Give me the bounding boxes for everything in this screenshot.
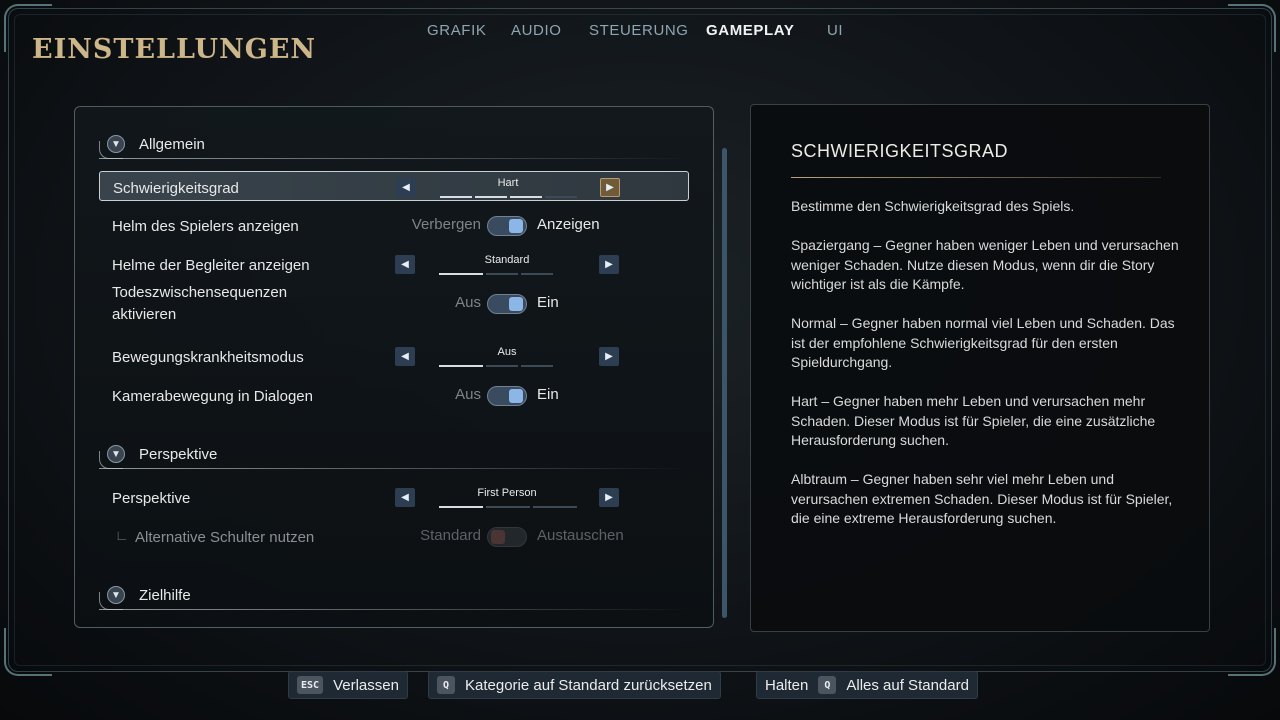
setting-label: Schwierigkeitsgrad — [113, 180, 239, 197]
arrow-right-button[interactable]: ▶ — [600, 178, 620, 197]
section-divider — [99, 468, 689, 469]
toggle-switch — [487, 527, 527, 547]
description-panel: SCHWIERIGKEITSGRAD Bestimme den Schwieri… — [750, 104, 1210, 632]
sub-setting-marker: ∟ — [115, 527, 129, 543]
leave-button[interactable]: ESC Verlassen — [288, 671, 408, 699]
tab-steuerung[interactable]: STEUERUNG — [589, 22, 689, 39]
toggle-off-label: Standard — [420, 527, 481, 544]
section-header-perspektive[interactable]: ▼ Perspektive — [99, 437, 689, 469]
setting-row-perspektive[interactable]: Perspektive ◀ First Person ▶ — [99, 482, 689, 512]
description-divider — [791, 177, 1161, 178]
q-key-icon: Q — [818, 676, 837, 694]
leave-label: Verlassen — [333, 676, 399, 694]
tab-grafik[interactable]: GRAFIK — [427, 22, 486, 39]
toggle-on-label: Ein — [537, 294, 559, 311]
reset-all-label: Alles auf Standard — [846, 676, 969, 694]
description-text: Bestimme den Schwierigkeitsgrad des Spie… — [791, 197, 1191, 548]
toggle-off-label: Aus — [455, 386, 481, 403]
toggle-switch[interactable] — [487, 294, 527, 314]
setting-value: Standard — [484, 254, 530, 266]
esc-key-icon: ESC — [297, 676, 324, 694]
setting-label: Kamerabewegung in Dialogen — [112, 388, 313, 405]
level-indicator — [439, 273, 553, 276]
settings-tabs: GRAFIK AUDIO STEUERUNG GAMEPLAY UI — [0, 22, 1280, 46]
section-header-allgemein[interactable]: ▼ Allgemein — [99, 127, 689, 159]
setting-row-alternative-schulter: ∟ Alternative Schulter nutzen Standard A… — [99, 521, 689, 551]
toggle-off-label: Aus — [455, 294, 481, 311]
q-key-icon: Q — [437, 676, 455, 694]
section-label: Allgemein — [139, 136, 205, 153]
arrow-left-button[interactable]: ◀ — [396, 178, 416, 197]
description-paragraph: Bestimme den Schwierigkeitsgrad des Spie… — [791, 198, 1075, 214]
arrow-right-button[interactable]: ▶ — [599, 488, 619, 507]
section-divider — [99, 609, 689, 610]
section-header-zielhilfe[interactable]: ▼ Zielhilfe — [99, 578, 689, 610]
description-paragraph: Spaziergang – Gegner haben weniger Leben… — [791, 237, 1179, 292]
toggle-on-label: Ein — [537, 386, 559, 403]
setting-label: Todeszwischensequenzen aktivieren — [112, 282, 287, 326]
section-label: Zielhilfe — [139, 587, 191, 604]
description-paragraph: Hart – Gegner haben mehr Leben und verur… — [791, 393, 1156, 448]
arrow-right-button[interactable]: ▶ — [599, 255, 619, 274]
tab-audio[interactable]: AUDIO — [511, 22, 562, 39]
arrow-left-button[interactable]: ◀ — [395, 488, 415, 507]
setting-label: Helm des Spielers anzeigen — [112, 218, 299, 235]
setting-value: Hart — [497, 177, 519, 189]
setting-row-helme-begleiter[interactable]: Helme der Begleiter anzeigen ◀ Standard … — [99, 249, 689, 279]
setting-label: Bewegungskrankheitsmodus — [112, 349, 304, 366]
setting-label: Alternative Schulter nutzen — [135, 529, 315, 546]
setting-value: First Person — [477, 487, 537, 499]
scrollbar[interactable] — [722, 148, 727, 618]
description-title: SCHWIERIGKEITSGRAD — [791, 141, 1009, 161]
chevron-down-icon: ▼ — [107, 586, 125, 604]
section-divider — [99, 158, 689, 159]
setting-row-helm-spieler[interactable]: Helm des Spielers anzeigen Verbergen Anz… — [99, 210, 689, 240]
reset-category-button[interactable]: Q Kategorie auf Standard zurücksetzen — [428, 671, 721, 699]
reset-category-label: Kategorie auf Standard zurücksetzen — [465, 676, 712, 694]
toggle-on-label: Anzeigen — [537, 216, 600, 233]
arrow-left-button[interactable]: ◀ — [395, 347, 415, 366]
tab-ui[interactable]: UI — [827, 22, 843, 39]
description-paragraph: Albtraum – Gegner haben sehr viel mehr L… — [791, 471, 1173, 526]
chevron-down-icon: ▼ — [107, 135, 125, 153]
setting-row-bewegungskrankheitsmodus[interactable]: Bewegungskrankheitsmodus ◀ Aus ▶ — [99, 341, 689, 371]
frame-corner-ornament — [4, 628, 52, 676]
toggle-off-label: Verbergen — [411, 216, 481, 233]
toggle-on-label: Austauschen — [537, 527, 624, 544]
setting-row-todeszwischensequenzen[interactable]: Todeszwischensequenzen aktivieren Aus Ei… — [99, 284, 689, 332]
setting-label: Helme der Begleiter anzeigen — [112, 257, 310, 274]
level-indicator — [440, 196, 577, 199]
chevron-down-icon: ▼ — [107, 445, 125, 463]
setting-label: Perspektive — [112, 490, 191, 507]
reset-all-button[interactable]: Halten Q Alles auf Standard — [756, 671, 978, 699]
setting-value: Aus — [497, 346, 517, 358]
tab-gameplay[interactable]: GAMEPLAY — [706, 22, 794, 39]
frame-corner-ornament — [1228, 628, 1276, 676]
description-paragraph: Normal – Gegner haben normal viel Leben … — [791, 315, 1175, 370]
toggle-switch[interactable] — [487, 386, 527, 406]
level-indicator — [439, 365, 553, 368]
setting-row-kamerabewegung[interactable]: Kamerabewegung in Dialogen Aus Ein — [99, 380, 689, 410]
arrow-right-button[interactable]: ▶ — [599, 347, 619, 366]
settings-list-panel: ▼ Allgemein Schwierigkeitsgrad ◀ Hart ▶ … — [74, 106, 714, 628]
level-indicator — [439, 506, 577, 509]
setting-label-line: Todeszwischensequenzen — [112, 284, 288, 301]
arrow-left-button[interactable]: ◀ — [395, 255, 415, 274]
setting-label-line: aktivieren — [112, 306, 177, 323]
hold-label: Halten — [765, 676, 809, 694]
setting-row-schwierigkeitsgrad[interactable]: Schwierigkeitsgrad ◀ Hart ▶ — [99, 171, 689, 201]
section-label: Perspektive — [139, 446, 218, 463]
scrollbar-thumb[interactable] — [722, 148, 727, 618]
toggle-switch[interactable] — [487, 216, 527, 236]
